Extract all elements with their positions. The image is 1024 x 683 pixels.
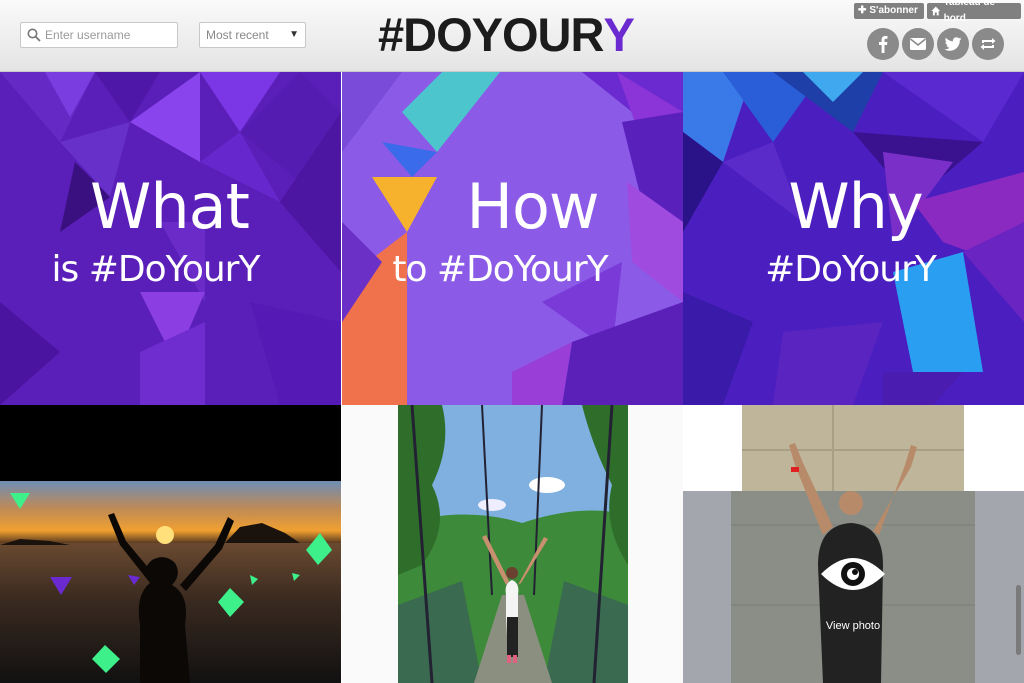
plus-icon: ✚ xyxy=(858,5,867,16)
logo-text: #DOYOUR xyxy=(378,8,604,61)
eye-icon[interactable] xyxy=(819,554,887,594)
tile-why[interactable]: Why #DoYourY xyxy=(683,72,1024,405)
mail-icon xyxy=(910,38,926,50)
tile-title: How xyxy=(466,170,599,243)
tile-subtitle: is #DoYourY xyxy=(51,249,261,290)
logo-accent-letter: Y xyxy=(603,8,634,61)
photo-view[interactable] xyxy=(683,405,1024,683)
scrollbar-thumb[interactable] xyxy=(1016,585,1021,655)
dashboard-button[interactable]: Tableau de bord xyxy=(927,0,1021,24)
twitter-share-button[interactable] xyxy=(937,28,969,60)
email-share-button[interactable] xyxy=(902,28,934,60)
facebook-share-button[interactable] xyxy=(867,28,899,60)
site-header: Most recent ▼ #DOYOURY ✚ S'abonner Table… xyxy=(0,0,1024,72)
bridge-photo-image xyxy=(342,405,683,683)
repost-icon xyxy=(980,38,996,50)
username-input[interactable] xyxy=(45,28,165,42)
subscribe-label: S'abonner xyxy=(869,5,918,16)
tile-title: Why xyxy=(788,170,923,243)
tile-subtitle: to #DoYourY xyxy=(392,249,608,290)
tile-how[interactable]: How to #DoYourY xyxy=(342,72,683,405)
home-icon xyxy=(931,6,941,16)
tile-title: What xyxy=(90,170,250,243)
portrait-photo-image xyxy=(683,405,1024,683)
repost-share-button[interactable] xyxy=(972,28,1004,60)
photo-bridge[interactable] xyxy=(342,405,683,683)
site-logo[interactable]: #DOYOUR Y xyxy=(378,8,635,61)
tile-subtitle: #DoYourY xyxy=(765,249,937,290)
facebook-icon xyxy=(879,36,888,53)
view-photo-label[interactable]: View photo xyxy=(818,620,888,632)
sort-selected-value: Most recent xyxy=(206,28,269,42)
sort-select[interactable]: Most recent ▼ xyxy=(199,22,306,48)
photo-sunset[interactable] xyxy=(0,405,341,683)
tile-what[interactable]: What is #DoYourY xyxy=(0,72,341,405)
search-icon xyxy=(27,28,41,42)
twitter-icon xyxy=(944,36,962,51)
sunset-photo-image xyxy=(0,405,341,683)
username-search[interactable] xyxy=(20,22,178,48)
dashboard-label: Tableau de bord xyxy=(943,0,996,24)
dropdown-caret-icon: ▼ xyxy=(289,29,299,40)
subscribe-button[interactable]: ✚ S'abonner xyxy=(854,3,924,19)
